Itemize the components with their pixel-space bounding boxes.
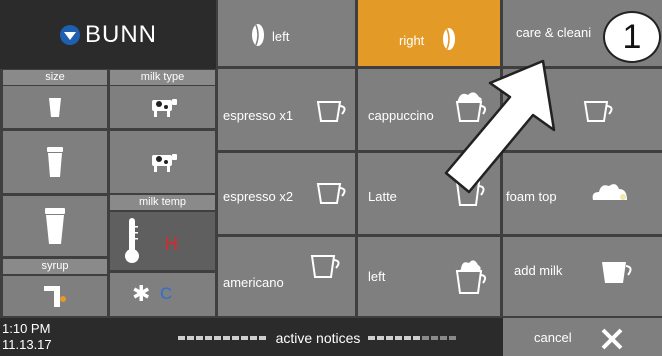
coffee-bean-icon (443, 28, 455, 50)
milk-type-whole-button[interactable] (110, 86, 215, 128)
tab-left-label: left (272, 29, 290, 44)
bunn-logo-icon (59, 24, 80, 45)
milk-cup-icon (602, 262, 632, 283)
cup-icon (316, 101, 346, 122)
tab-right[interactable]: right (358, 0, 500, 66)
foam-icon (592, 184, 627, 200)
drink-unlabeled-button[interactable] (503, 69, 662, 150)
drink-foam-top-label: foam top (506, 189, 557, 204)
drink-americano-label: americano (223, 275, 284, 290)
notices-left-dashes (177, 329, 268, 347)
size-large-button[interactable] (3, 196, 107, 256)
cow-icon (151, 99, 177, 117)
brand-logo: BUNN (0, 0, 216, 69)
cup-icon (455, 181, 485, 206)
syrup-pump-icon (44, 286, 66, 307)
drink-cappuccino-label: cappuccino (368, 108, 434, 123)
notices-right-dashes (368, 329, 458, 347)
tab-care-cleaning-label: care & cleani (516, 25, 592, 40)
cup-icon (316, 183, 346, 204)
add-milk-label: add milk (514, 263, 563, 278)
active-notices-bar[interactable]: active notices (136, 328, 500, 348)
large-cup-icon (45, 208, 65, 244)
cow-icon (151, 154, 177, 172)
milk-temp-cold-button[interactable]: ✱ C (110, 273, 215, 316)
thermometer-icon (125, 218, 139, 263)
cup-icon (583, 101, 613, 122)
drink-cappuccino-button[interactable]: cappuccino (358, 69, 500, 150)
tab-right-label: right (399, 33, 425, 48)
cup-icon (310, 255, 340, 278)
drink-espresso-x1-label: espresso x1 (223, 108, 294, 123)
footer-date: 11.13.17 (2, 337, 52, 352)
syrup-button[interactable] (3, 276, 107, 316)
milk-type-skim-button[interactable] (110, 131, 215, 193)
size-medium-button[interactable] (3, 131, 107, 193)
close-icon (601, 328, 623, 350)
callout-number: 1 (622, 17, 642, 56)
drink-latte-label: Latte (368, 189, 397, 204)
drink-espresso-x2-button[interactable]: espresso x2 (218, 153, 355, 234)
drink-espresso-x2-label: espresso x2 (223, 189, 294, 204)
drink-latte-button[interactable]: Latte (358, 153, 500, 234)
tab-left[interactable]: left (218, 0, 355, 66)
snowflake-icon: ✱ (132, 281, 151, 306)
drink-americano-button[interactable]: americano (218, 237, 355, 316)
drink-foam-top-button[interactable]: foam top (503, 153, 662, 234)
coffee-bean-icon (252, 24, 264, 46)
drink-espresso-x1-button[interactable]: espresso x1 (218, 69, 355, 150)
milk-type-header: milk type (110, 70, 215, 85)
milk-temp-cold-label: C (160, 284, 173, 303)
cancel-label: cancel (534, 330, 572, 345)
drink-left-button[interactable]: left (358, 237, 500, 316)
milk-temp-hot-label: H (165, 234, 178, 254)
cancel-button[interactable]: cancel (503, 318, 662, 356)
syrup-header: syrup (3, 259, 107, 274)
add-milk-button[interactable]: add milk (503, 237, 662, 316)
milk-temp-header: milk temp (110, 195, 215, 210)
cup-with-foam-icon (455, 260, 487, 294)
size-small-button[interactable] (3, 86, 107, 128)
callout-badge: 1 (603, 11, 661, 63)
small-cup-icon (49, 98, 61, 117)
footer-time: 1:10 PM (2, 321, 51, 336)
size-header: size (3, 70, 107, 85)
medium-cup-icon (47, 147, 63, 177)
drink-left-label: left (368, 269, 386, 284)
cup-with-foam-icon (455, 92, 487, 122)
brand-logo-text: BUNN (84, 20, 157, 48)
active-notices-label: active notices (275, 330, 361, 346)
milk-temp-hot-button[interactable]: H (110, 212, 215, 270)
espresso-touchscreen: BUNN size milk type milk temp H syrup ✱ … (0, 0, 662, 356)
